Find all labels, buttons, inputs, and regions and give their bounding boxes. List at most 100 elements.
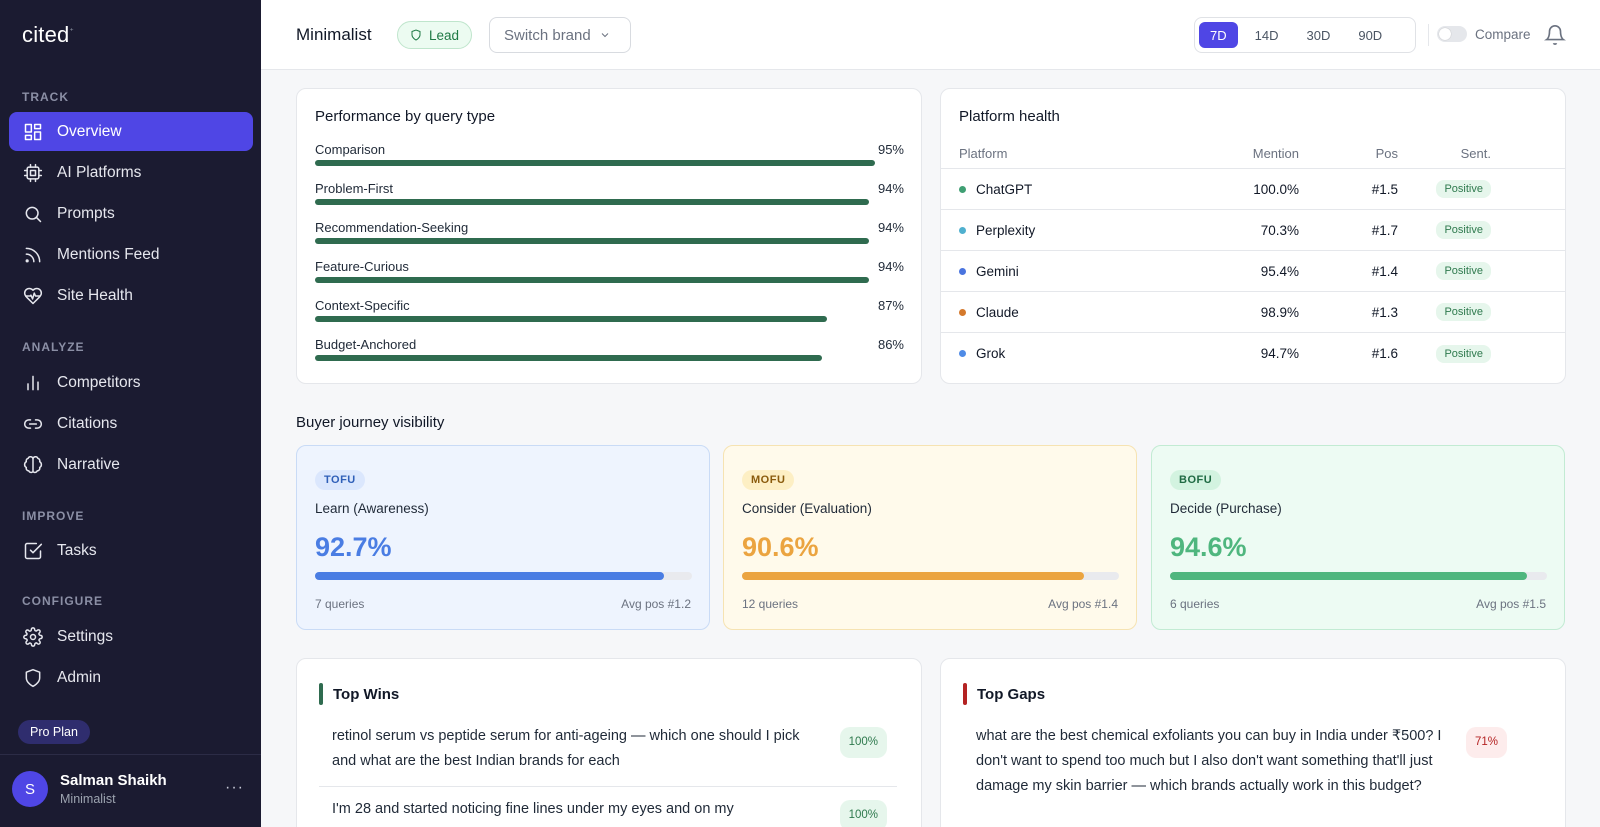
sidebar-item-tasks[interactable]: Tasks	[9, 531, 253, 570]
logo[interactable]: cited⁺	[22, 22, 74, 48]
stage-label: Learn (Awareness)	[315, 501, 429, 516]
sidebar-item-label: Mentions Feed	[57, 245, 160, 263]
gear-icon	[23, 626, 43, 647]
list-item[interactable]: retinol serum vs peptide serum for anti-…	[319, 724, 899, 774]
query-type-row: Feature-Curious 94%	[315, 259, 904, 283]
column-header-mention: Mention	[1252, 146, 1299, 161]
sidebar-item-label: Settings	[57, 627, 114, 645]
list-item[interactable]: I'm 28 and started noticing fine lines u…	[319, 797, 899, 827]
table-row[interactable]: Gemini 95.4% #1.4 Positive	[941, 251, 1565, 292]
platform-color-dot	[959, 226, 966, 234]
query-count: 7 queries	[315, 597, 365, 611]
query-type-label: Budget-Anchored	[315, 337, 417, 352]
sidebar-item-narrative[interactable]: Narrative	[9, 445, 253, 484]
column-header-pos: Pos	[1375, 146, 1398, 161]
query-type-label: Feature-Curious	[315, 259, 409, 274]
shield-icon	[25, 668, 41, 687]
query-type-label: Comparison	[315, 142, 386, 157]
sidebar-divider	[0, 754, 261, 755]
sidebar-item-label: Tasks	[57, 541, 97, 559]
section-label-configure: CONFIGURE	[22, 594, 103, 608]
avg-position: Avg pos #1.4	[1048, 597, 1118, 611]
score-badge: 100%	[839, 727, 887, 758]
sidebar-item-label: Narrative	[57, 455, 120, 473]
sidebar-item-admin[interactable]: Admin	[9, 658, 253, 697]
query-type-pct: 87%	[877, 298, 904, 313]
compare-toggle[interactable]: Compare	[1437, 26, 1531, 42]
query-type-pct: 95%	[877, 142, 904, 157]
section-label-track: TRACK	[22, 90, 69, 104]
stage-label: Consider (Evaluation)	[742, 501, 872, 516]
query-type-bar	[315, 199, 869, 205]
rss-icon	[25, 247, 41, 262]
sidebar-item-overview[interactable]: Overview	[9, 112, 253, 151]
bell-icon[interactable]	[1544, 24, 1566, 46]
toggle-switch[interactable]	[1437, 26, 1467, 42]
list-item[interactable]: what are the best chemical exfoliants yo…	[963, 724, 1543, 799]
switch-brand-dropdown[interactable]: Switch brand	[489, 17, 631, 53]
journey-card-mofu[interactable]: MOFU Consider (Evaluation) 90.6% 12 queries…	[723, 445, 1137, 630]
section-heading-buyer-journey: Buyer journey visibility	[296, 414, 445, 431]
avg-position: #1.5	[1371, 181, 1398, 197]
avg-position: #1.6	[1371, 346, 1398, 361]
sidebar-item-settings[interactable]: Settings	[9, 617, 253, 656]
sentiment-badge: Positive	[1436, 303, 1491, 321]
sidebar-item-label: Admin	[57, 668, 101, 686]
section-label-improve: IMPROVE	[22, 509, 85, 523]
table-row[interactable]: ChatGPT 100.0% #1.5 Positive	[941, 169, 1565, 210]
item-divider	[319, 786, 897, 787]
top-gaps-card: Top Gaps what are the best chemical exfo…	[940, 658, 1566, 827]
mention-rate: 70.3%	[1260, 222, 1299, 238]
query-type-pct: 94%	[877, 259, 904, 274]
sidebar-item-competitors[interactable]: Competitors	[9, 363, 253, 402]
table-row[interactable]: Claude 98.9% #1.3 Positive	[941, 292, 1565, 333]
progress-track	[315, 572, 692, 580]
top-gaps-title: Top Gaps	[963, 683, 1045, 705]
switch-brand-label: Switch brand	[504, 26, 591, 44]
more-options-icon[interactable]: ···	[225, 779, 244, 797]
range-7d-button[interactable]: 7D	[1199, 22, 1238, 48]
query-type-pct: 94%	[877, 181, 904, 196]
stage-percentage: 94.6%	[1170, 532, 1247, 562]
progress-fill	[1170, 572, 1527, 580]
query-count: 12 queries	[742, 597, 799, 611]
platform-table: Platform Mention Pos Sent. ChatGPT 100.0%…	[941, 139, 1565, 374]
stage-tag: MOFU	[742, 470, 795, 490]
cpu-icon	[23, 163, 43, 182]
date-range-selector: 7D 14D 30D 90D	[1194, 17, 1416, 53]
sidebar-item-label: AI Platforms	[57, 163, 142, 181]
score-badge: 71%	[1465, 727, 1507, 758]
table-row[interactable]: Grok 94.7% #1.6 Positive	[941, 333, 1565, 374]
sidebar-item-label: Prompts	[57, 204, 115, 222]
sidebar-item-ai-platforms[interactable]: AI Platforms	[9, 153, 253, 192]
range-14d-button[interactable]: 14D	[1244, 22, 1290, 48]
table-header: Platform Mention Pos Sent.	[941, 139, 1565, 169]
plan-badge[interactable]: Pro Plan	[18, 720, 90, 744]
sidebar-item-mentions-feed[interactable]: Mentions Feed	[9, 235, 253, 274]
top-header: Minimalist Lead Switch brand 7D 14D 30D …	[261, 0, 1600, 70]
stage-percentage: 92.7%	[315, 532, 392, 562]
table-row[interactable]: Perplexity 70.3% #1.7 Positive	[941, 210, 1565, 251]
sidebar-item-label: Citations	[57, 414, 118, 432]
sidebar-item-prompts[interactable]: Prompts	[9, 194, 253, 233]
user-profile[interactable]: S Salman Shaikh Minimalist ···	[12, 769, 252, 809]
sidebar-item-citations[interactable]: Citations	[9, 404, 253, 443]
range-30d-button[interactable]: 30D	[1295, 22, 1341, 48]
journey-card-bofu[interactable]: BOFU Decide (Purchase) 94.6% 6 queries Avg p…	[1151, 445, 1565, 630]
sentiment-badge: Positive	[1436, 344, 1491, 363]
query-text: retinol serum vs peptide serum for anti-…	[332, 728, 800, 769]
avg-position: Avg pos #1.2	[621, 597, 691, 611]
top-wins-title: Top Wins	[319, 683, 399, 705]
platform-name: Claude	[976, 304, 1019, 320]
sidebar-item-site-health[interactable]: Site Health	[9, 276, 253, 315]
journey-card-tofu[interactable]: TOFU Learn (Awareness) 92.7% 7 queries Avg p…	[296, 445, 710, 630]
query-type-bar	[315, 277, 869, 283]
stage-tag: TOFU	[315, 470, 365, 490]
range-90d-button[interactable]: 90D	[1347, 22, 1393, 48]
query-type-label: Problem-First	[315, 181, 394, 196]
avatar[interactable]: S	[12, 771, 48, 807]
search-icon	[25, 206, 42, 222]
sentiment-badge: Positive	[1436, 180, 1491, 198]
query-type-row: Budget-Anchored 86%	[315, 337, 904, 361]
progress-fill	[315, 572, 665, 580]
